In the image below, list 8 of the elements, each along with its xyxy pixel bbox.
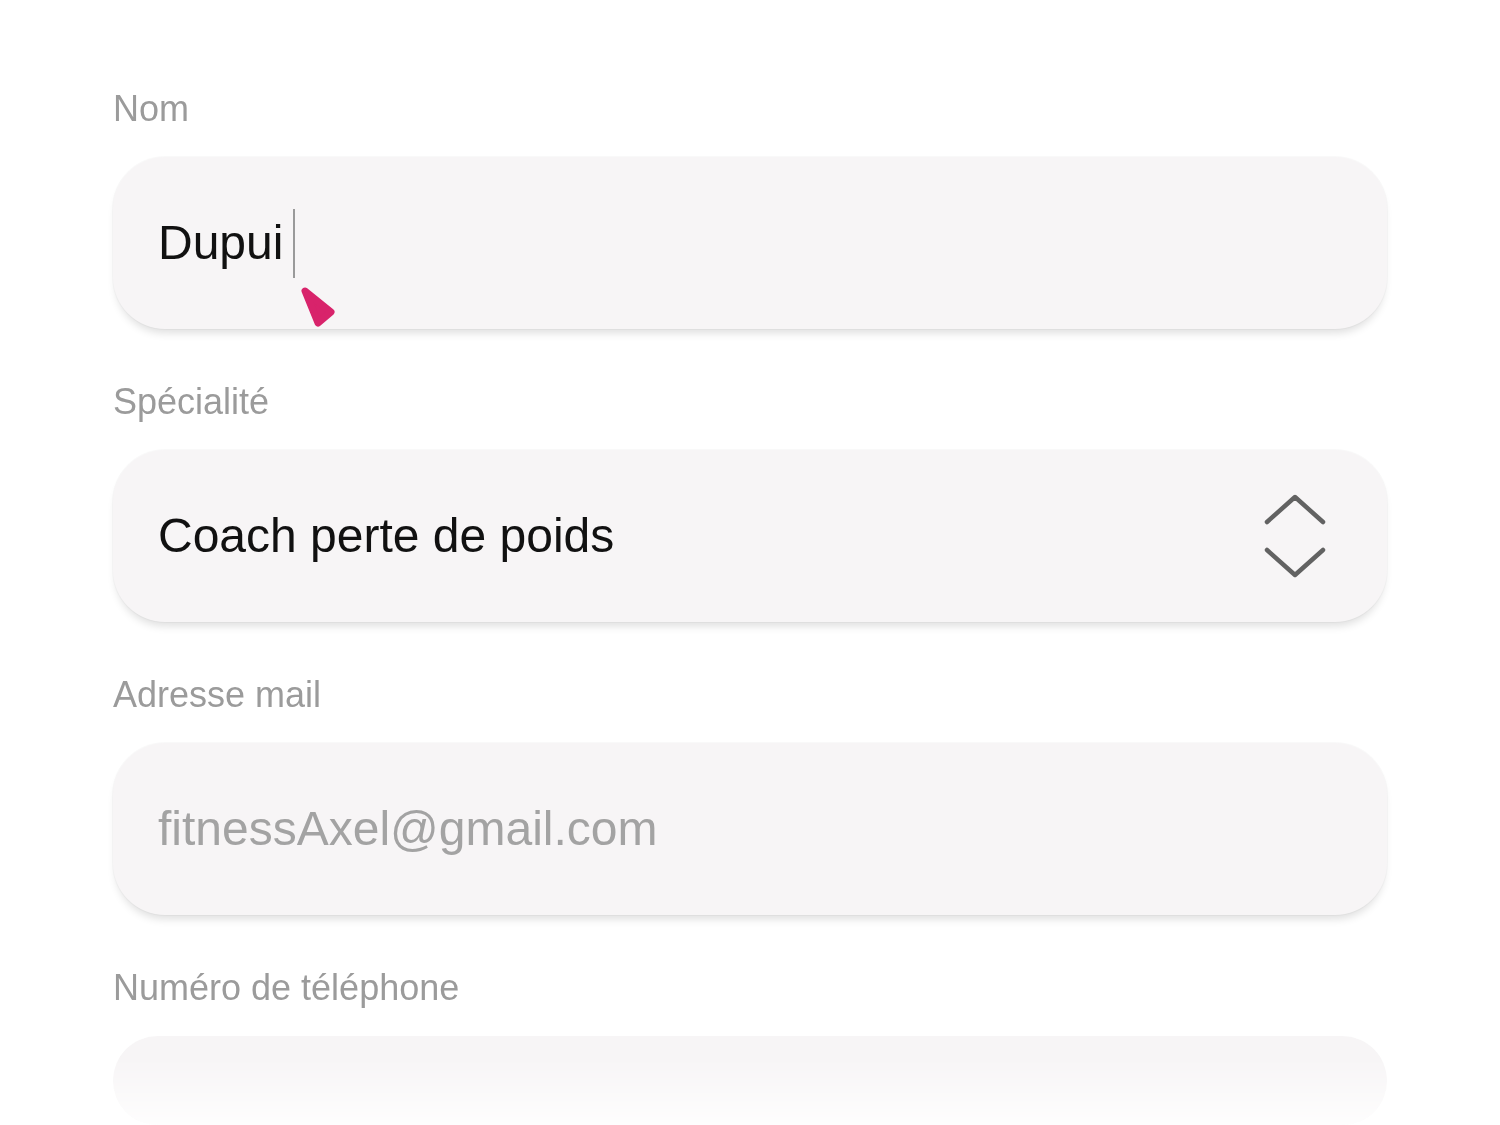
- field-label: Numéro de téléphone: [113, 966, 461, 1009]
- dropdown-field[interactable]: Coach perte de poids: [113, 450, 1387, 622]
- field-label: Spécialité: [113, 380, 271, 423]
- pointer-icon: [301, 286, 336, 327]
- field-label: Adresse mail: [113, 673, 323, 716]
- chevron-up-down-icon: [1264, 494, 1326, 578]
- text-field[interactable]: Dupui: [113, 157, 1387, 329]
- field-label: Nom: [113, 87, 190, 130]
